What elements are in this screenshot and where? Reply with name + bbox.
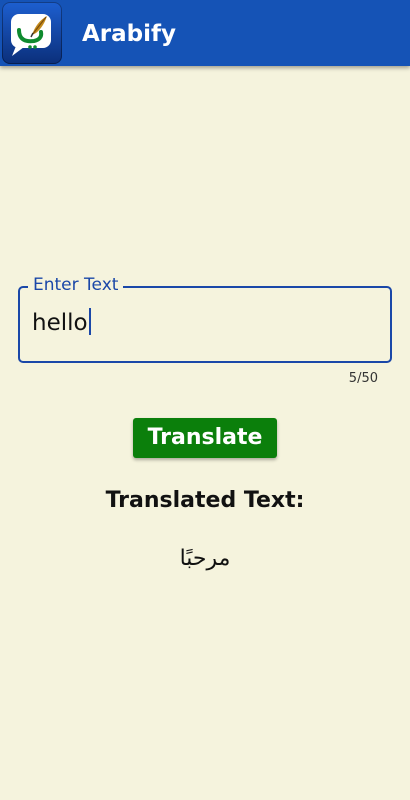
input-label: Enter Text xyxy=(28,274,124,296)
character-counter: 5/50 xyxy=(348,371,378,386)
text-input-field[interactable]: Enter Text hello xyxy=(18,274,392,363)
app-screen: Arabify Enter Text hello 5/50 Translate … xyxy=(0,0,410,800)
input-value: hello xyxy=(32,310,88,336)
text-cursor xyxy=(88,308,91,335)
app-title: Arabify xyxy=(82,21,177,47)
text-input[interactable]: hello xyxy=(32,308,91,338)
app-bar: Arabify xyxy=(0,0,410,66)
translated-text-heading: Translated Text: xyxy=(105,488,305,513)
translate-button[interactable]: Translate xyxy=(133,418,277,458)
translated-text-output: مرحبًا xyxy=(179,546,231,571)
arabify-logo-icon[interactable] xyxy=(2,2,62,64)
